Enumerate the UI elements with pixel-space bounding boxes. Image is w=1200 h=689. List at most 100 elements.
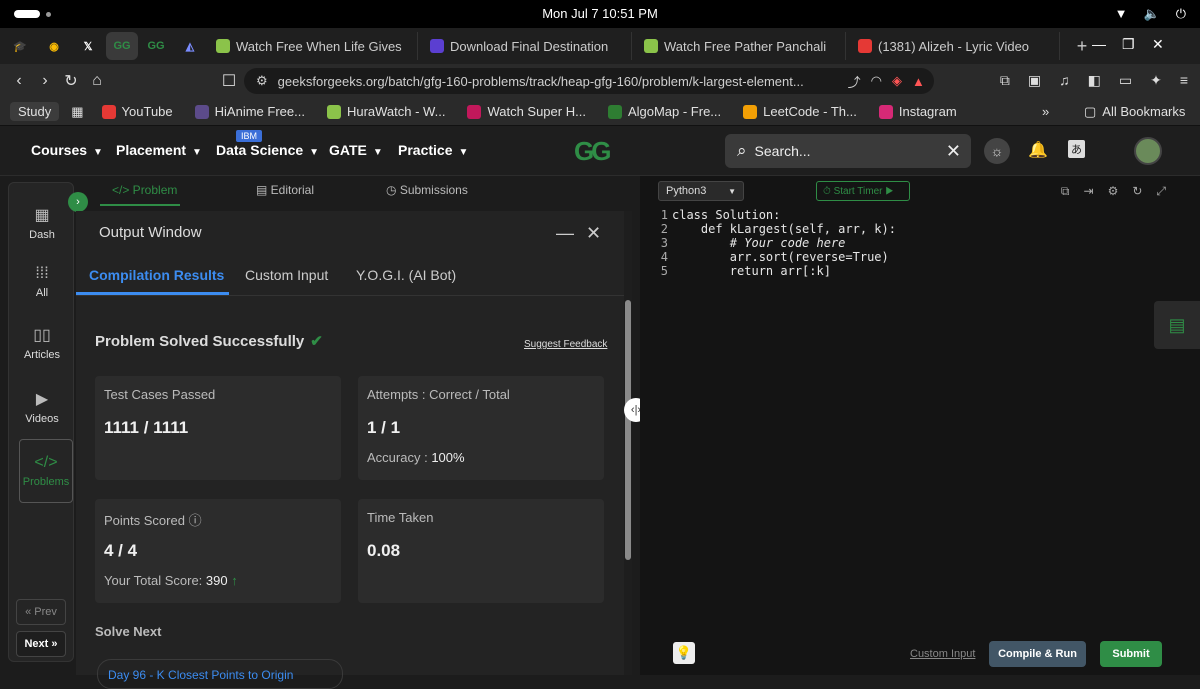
gfg-logo[interactable]: GG <box>574 136 611 167</box>
menu-placement[interactable]: Placement ▼ <box>116 142 202 158</box>
brave-shield-icon[interactable]: ◈ <box>892 73 902 89</box>
back-icon[interactable]: ‹ <box>6 72 32 90</box>
scrollbar-thumb[interactable] <box>625 300 631 560</box>
bookmark-icon[interactable]: ☐ <box>216 71 242 91</box>
user-avatar[interactable] <box>1134 137 1162 165</box>
menu-icon[interactable]: ≡ <box>1180 72 1188 89</box>
info-icon[interactable]: ⓘ <box>189 513 202 528</box>
bookmark-item[interactable]: HiAnime Free... <box>194 104 305 119</box>
prev-button[interactable]: « Prev <box>16 599 66 625</box>
menu-practice[interactable]: Practice ▼ <box>398 142 468 158</box>
sidebar-item-all[interactable]: ⁞⁞⁞ All <box>9 265 75 299</box>
rss-icon[interactable]: ◠ <box>871 73 882 89</box>
theme-toggle-icon[interactable]: ☼ <box>984 138 1010 164</box>
tab-yogi-ai-bot[interactable]: Y.O.G.I. (AI Bot) <box>356 267 456 283</box>
tab-2[interactable]: Download Final Destination <box>422 32 632 60</box>
reset-icon[interactable]: ↻ <box>1132 184 1142 199</box>
pinned-tab-course[interactable]: 🎓 <box>4 32 36 60</box>
search-input[interactable]: ⌕ Search... ✕ <box>725 134 971 168</box>
tab-3[interactable]: Watch Free Pather Panchali <box>636 32 846 60</box>
site-info-icon[interactable]: ⚙ <box>256 73 268 89</box>
points-value: 4 / 4 <box>104 541 138 560</box>
forward-icon[interactable]: › <box>32 72 58 90</box>
minimize-icon[interactable]: — <box>1092 36 1106 52</box>
lightbulb-icon[interactable]: 💡 <box>673 642 695 664</box>
translate-icon[interactable]: あ <box>1068 140 1085 158</box>
tab-submissions[interactable]: ◷ Submissions <box>386 183 468 197</box>
extensions-icon[interactable]: ⧉ <box>1000 72 1010 89</box>
pinned-tab-v[interactable]: ◭ <box>174 32 206 60</box>
suggest-feedback-link[interactable]: Suggest Feedback <box>524 339 607 350</box>
chat-icon[interactable]: ▤ <box>1154 301 1200 349</box>
sidebar-item-dash[interactable]: ▦ Dash <box>9 205 75 241</box>
book-icon: ▯▯ <box>33 327 51 344</box>
url-field[interactable]: ⚙ geeksforgeeks.org/batch/gfg-160-proble… <box>244 68 934 94</box>
bookmark-item[interactable]: Instagram <box>878 104 957 119</box>
pinned-tab-chrome[interactable]: ◉ <box>38 32 70 60</box>
system-clock[interactable]: Mon Jul 7 10:51 PM <box>0 6 1200 21</box>
screenshot-icon[interactable]: ▣ <box>1028 72 1041 89</box>
chevron-down-icon: ▼ <box>192 147 202 158</box>
close-window-icon[interactable]: ✕ <box>1152 36 1164 53</box>
brave-rewards-icon[interactable]: ▲ <box>912 74 925 89</box>
more-bookmarks-icon[interactable]: » <box>1042 104 1049 119</box>
chevron-right-icon[interactable]: › <box>68 192 88 212</box>
test-cases-value: 1111 / 1111 <box>104 418 189 437</box>
bookmark-item[interactable]: YouTube <box>101 104 173 119</box>
share-icon[interactable]: ⤴ <box>848 72 861 91</box>
minimize-panel-icon[interactable]: — <box>556 223 574 244</box>
tab-editorial[interactable]: ▤ Editorial <box>256 183 314 197</box>
music-icon[interactable]: ♫ <box>1059 72 1070 89</box>
apps-grid-icon[interactable]: ▦ <box>71 104 83 120</box>
study-bookmark[interactable]: Study <box>10 102 60 121</box>
all-bookmarks[interactable]: ▢ All Bookmarks <box>1084 104 1185 120</box>
compile-run-button[interactable]: Compile & Run <box>989 641 1086 667</box>
copy-icon[interactable]: ⧉ <box>1061 184 1070 199</box>
bell-icon[interactable]: 🔔 <box>1028 140 1048 160</box>
sidebar-item-articles[interactable]: ▯▯ Articles <box>9 325 75 361</box>
fullscreen-icon[interactable]: ⤢ <box>1156 184 1166 199</box>
sidebar-item-problems[interactable]: </> Problems <box>19 439 73 503</box>
export-icon[interactable]: ⇥ <box>1084 184 1094 199</box>
pinned-tab-gfg[interactable]: GG <box>140 32 172 60</box>
time-value: 0.08 <box>367 541 401 560</box>
leo-ai-icon[interactable]: ✦ <box>1150 72 1162 89</box>
bookmark-item[interactable]: Watch Super H... <box>467 104 586 119</box>
pinned-tab-x[interactable]: 𝕏 <box>72 32 104 60</box>
chevron-down-icon: ▼ <box>458 147 469 158</box>
tab-4[interactable]: (1381) Alizeh - Lyric Video <box>850 32 1060 60</box>
close-panel-icon[interactable]: ✕ <box>586 223 601 244</box>
restore-icon[interactable]: ❐ <box>1122 36 1135 53</box>
next-button[interactable]: Next » <box>16 631 66 657</box>
bookmark-item[interactable]: AlgoMap - Fre... <box>607 104 721 119</box>
custom-input-link[interactable]: Custom Input <box>910 648 975 660</box>
pinned-tab-gfg-active[interactable]: GG <box>106 32 138 60</box>
next-problem-link[interactable]: Day 96 - K Closest Points to Origin <box>97 659 343 689</box>
home-icon[interactable]: ⌂ <box>84 72 110 90</box>
menu-data-science[interactable]: Data Science ▼ <box>216 142 319 158</box>
system-tray[interactable]: ▼ 🔈 ⏻ <box>1115 6 1186 22</box>
tab-1[interactable]: Watch Free When Life Gives <box>208 32 418 60</box>
menu-gate[interactable]: GATE ▼ <box>329 142 383 158</box>
leetcode-icon <box>743 104 758 119</box>
active-tab-indicator <box>100 204 180 206</box>
tab-compilation-results[interactable]: Compilation Results <box>89 267 224 283</box>
sidebar-icon[interactable]: ◧ <box>1088 72 1101 89</box>
language-select[interactable]: Python3 ▼ <box>658 181 744 201</box>
tab-problem[interactable]: </> Problem <box>112 183 177 197</box>
clear-search-icon[interactable]: ✕ <box>946 141 961 162</box>
start-timer-button[interactable]: ⏱ Start Timer ▶ <box>816 181 910 201</box>
tab-custom-input[interactable]: Custom Input <box>245 267 328 283</box>
bookmark-item[interactable]: LeetCode - Th... <box>743 104 857 119</box>
settings-icon[interactable]: ⚙ <box>1108 184 1119 199</box>
card-attempts: Attempts : Correct / Total 1 / 1 Accurac… <box>358 376 604 480</box>
wallet-icon[interactable]: ▭ <box>1119 72 1132 89</box>
menu-courses[interactable]: Courses ▼ <box>31 142 103 158</box>
bookmark-item[interactable]: HuraWatch - W... <box>326 104 445 119</box>
new-tab-button[interactable]: + <box>1070 36 1094 57</box>
code-area[interactable]: 1 class Solution: 2 def kLargest(self, ar… <box>640 208 1200 278</box>
submit-button[interactable]: Submit <box>1100 641 1162 667</box>
instagram-icon <box>878 104 893 119</box>
sidebar-item-videos[interactable]: ▶ Videos <box>9 389 75 425</box>
reload-icon[interactable]: ↻ <box>58 71 84 91</box>
